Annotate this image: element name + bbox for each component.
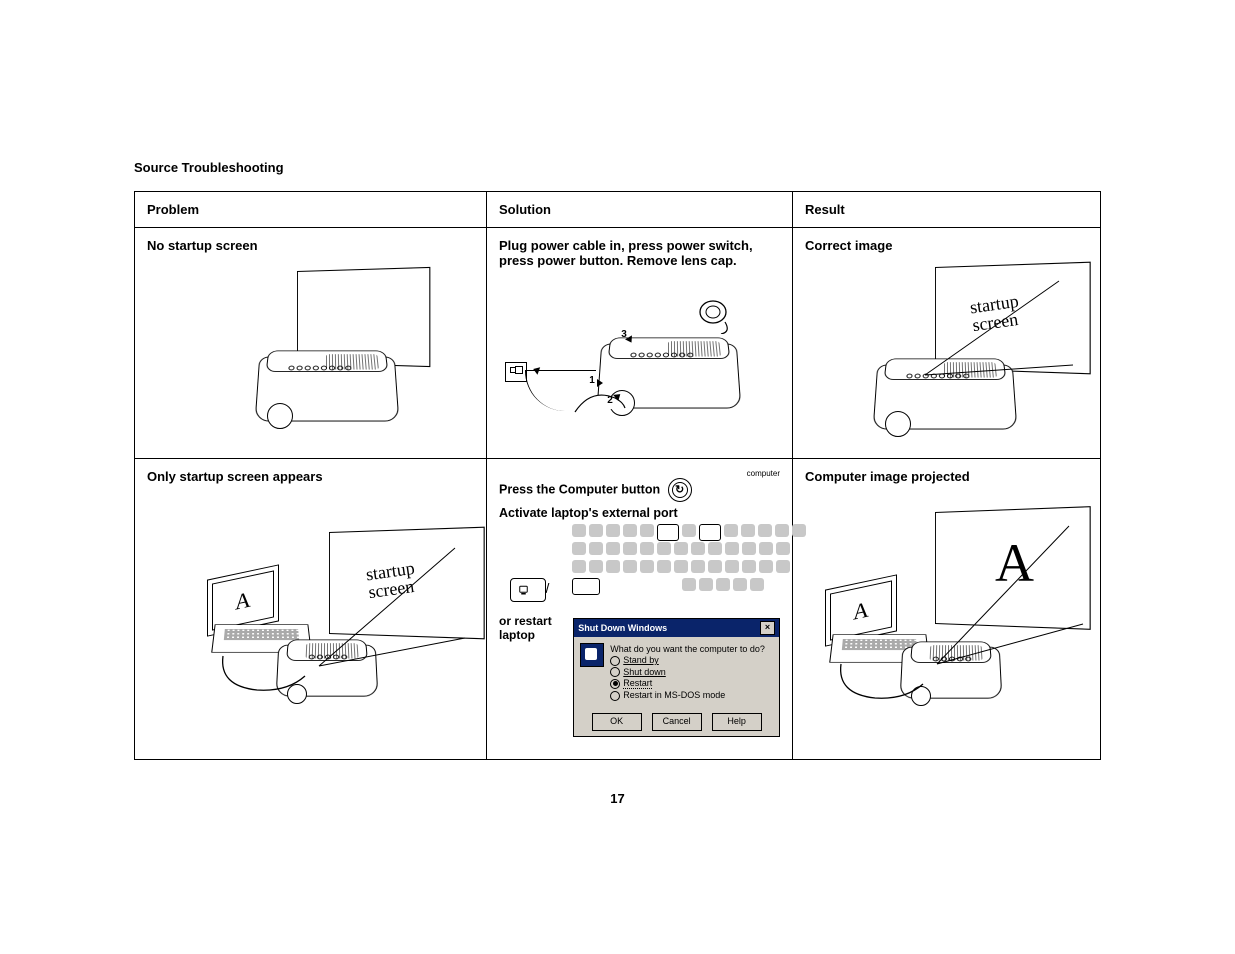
cancel-button: Cancel: [652, 713, 702, 731]
projector-icon: [257, 353, 397, 423]
ok-button: OK: [592, 713, 642, 731]
vga-cable-icon: [837, 660, 927, 710]
radio-selected-icon: [610, 679, 620, 689]
projection-cone-icon: [315, 546, 475, 676]
row2-solution-line2: Activate laptop's external port: [499, 506, 780, 520]
opt-msdos: Restart in MS-DOS mode: [623, 690, 725, 700]
col-result: Result: [793, 192, 1101, 228]
vga-cable-icon: [219, 652, 309, 702]
fn-key-icon: [510, 578, 546, 602]
computer-button-icon: [668, 478, 692, 502]
row2-solution-line1: Press the Computer button: [499, 482, 660, 496]
close-icon: ×: [760, 621, 775, 635]
arrow-icon: [597, 379, 603, 387]
shutdown-icon: [580, 643, 604, 667]
dialog-title: Shut Down Windows: [578, 623, 667, 633]
keyboard-diagram-icon: /: [510, 524, 770, 606]
row2-result-illustration: A A: [805, 492, 1088, 722]
slash-label: /: [546, 580, 550, 596]
radio-icon: [610, 667, 620, 677]
table-row: No startup screen Plug power cable: [135, 228, 1101, 459]
radio-icon: [610, 656, 620, 666]
page-number: 17: [0, 791, 1235, 806]
opt-shutdown: Shut down: [623, 667, 666, 677]
row1-solution-illustration: 1 2 3: [499, 272, 780, 432]
row2-or-restart: or restart laptop: [499, 614, 573, 642]
row1-solution-text: Plug power cable in, press power switch,…: [499, 238, 780, 268]
opt-standby: Stand by: [623, 655, 659, 665]
section-title: Source Troubleshooting: [134, 160, 1101, 175]
wall-outlet-icon: [505, 362, 527, 382]
dialog-prompt: What do you want the computer to do?: [610, 644, 765, 654]
projection-cone-icon: [923, 279, 1083, 399]
computer-button-label: computer: [747, 469, 780, 478]
hand-icon: [571, 382, 631, 422]
row1-problem-text: No startup screen: [147, 238, 474, 253]
help-button: Help: [712, 713, 762, 731]
col-problem: Problem: [135, 192, 487, 228]
laptop-screen-letter: A: [830, 580, 892, 640]
page: Source Troubleshooting Problem Solution …: [0, 0, 1235, 954]
lens-cap-icon: [695, 294, 735, 334]
laptop-screen-letter: A: [212, 570, 274, 630]
dialog-options: What do you want the computer to do? Sta…: [610, 643, 765, 702]
row1-result-text: Correct image: [805, 238, 1088, 253]
radio-icon: [610, 691, 620, 701]
projection-cone-icon: [935, 524, 1095, 674]
opt-restart: Restart: [623, 678, 652, 689]
table-row: Only startup screen appears startup scre…: [135, 459, 1101, 760]
row2-problem-text: Only startup screen appears: [147, 469, 474, 484]
row2-result-text: Computer image projected: [805, 469, 1088, 484]
troubleshoot-table: Problem Solution Result No startup scree…: [134, 191, 1101, 760]
col-solution: Solution: [487, 192, 793, 228]
row2-problem-illustration: startup screen A: [147, 492, 474, 722]
row1-result-illustration: startup screen: [805, 261, 1088, 431]
shutdown-dialog: Shut Down Windows × What do you want the…: [573, 618, 780, 737]
row1-problem-illustration: [147, 261, 474, 411]
